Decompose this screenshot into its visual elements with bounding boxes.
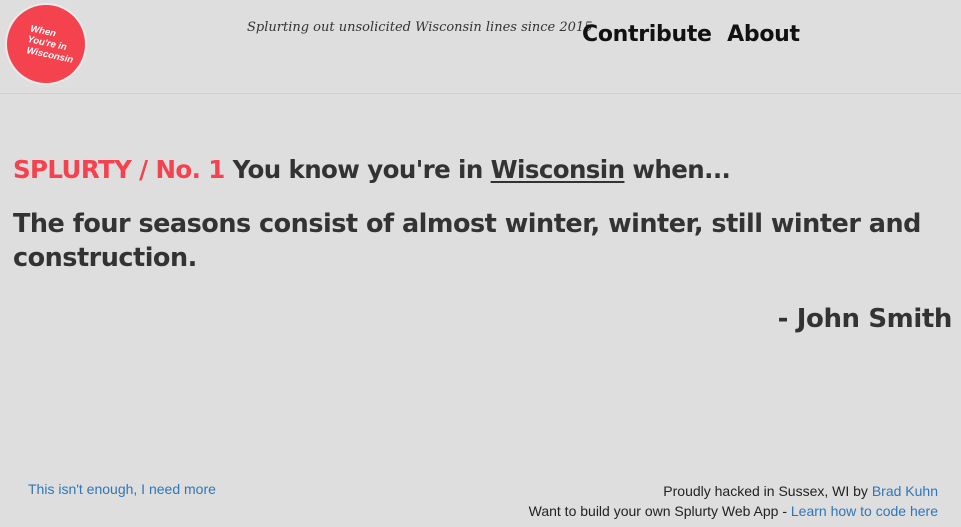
header: When You're in Wisconsin Splurting out u… (0, 0, 961, 94)
logo-badge[interactable]: When You're in Wisconsin (7, 5, 85, 83)
build-text: Want to build your own Splurty Web App - (528, 503, 787, 519)
tagline: Splurting out unsolicited Wisconsin line… (247, 20, 593, 35)
quote-text: The four seasons consist of almost winte… (13, 209, 921, 273)
heading-prefix: You know you're in (232, 155, 484, 184)
splurty-heading: SPLURTY / No. 1 You know you're in Wisco… (13, 155, 731, 184)
state-name: Wisconsin (490, 155, 625, 184)
author-link[interactable]: Brad Kuhn (872, 483, 938, 499)
more-quotes-link[interactable]: This isn't enough, I need more (28, 481, 216, 497)
footer-credits: Proudly hacked in Sussex, WI by Brad Kuh… (529, 481, 938, 521)
credit-line: Proudly hacked in Sussex, WI by Brad Kuh… (529, 481, 938, 501)
page: When You're in Wisconsin Splurting out u… (0, 0, 961, 527)
credit-text: Proudly hacked in Sussex, WI by (663, 483, 868, 499)
heading-suffix: when... (632, 155, 731, 184)
quote-author: - John Smith (777, 304, 953, 334)
nav-about-link[interactable]: About (727, 22, 800, 47)
build-line: Want to build your own Splurty Web App -… (529, 501, 938, 521)
splurty-number: SPLURTY / No. 1 (13, 155, 225, 184)
nav-contribute-link[interactable]: Contribute (582, 22, 712, 47)
learn-to-code-link[interactable]: Learn how to code here (791, 503, 938, 519)
main-nav: Contribute About (582, 22, 811, 47)
